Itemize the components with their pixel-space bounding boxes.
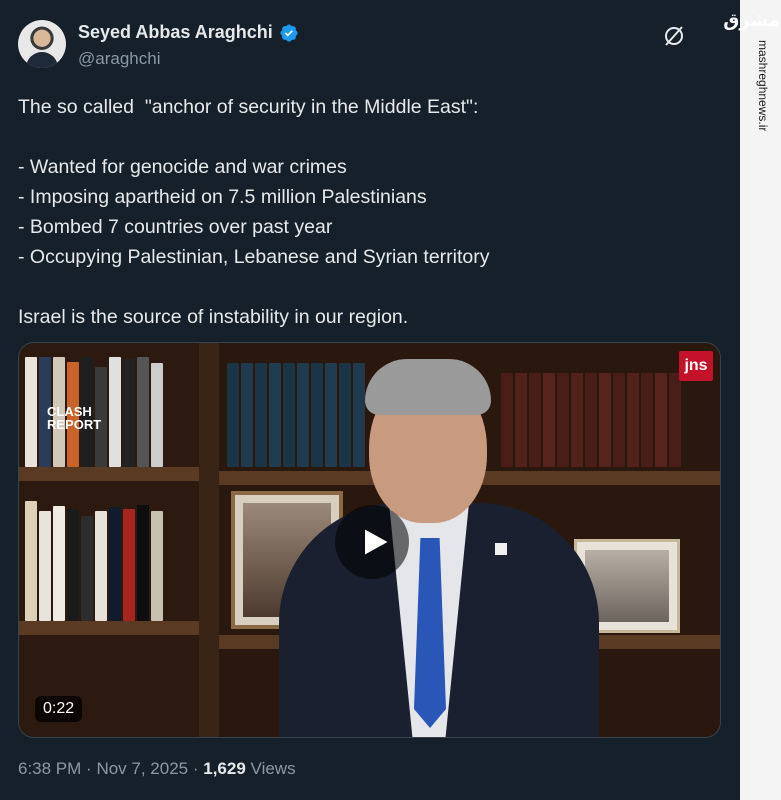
video-bookshelf-left bbox=[19, 343, 199, 737]
post-line: - Wanted for genocide and war crimes bbox=[18, 156, 347, 178]
meta-separator: · bbox=[192, 759, 204, 778]
author-row: Seyed Abbas Araghchi bbox=[78, 22, 299, 43]
post-line: - Occupying Palestinian, Lebanese and Sy… bbox=[18, 246, 490, 268]
clash-report-logo: CLASH REPORT bbox=[47, 404, 102, 432]
avatar[interactable] bbox=[18, 20, 66, 68]
author-handle[interactable]: @araghchi bbox=[78, 49, 160, 69]
meta-separator: · bbox=[86, 759, 97, 778]
watermark-site: mashreghnews.ir bbox=[756, 40, 770, 132]
post-line: The so called "anchor of security in the… bbox=[18, 96, 479, 118]
play-icon bbox=[365, 529, 388, 555]
video-player[interactable]: CLASH REPORT jns 0:22 bbox=[18, 342, 721, 738]
post-date[interactable]: Nov 7, 2025 bbox=[96, 759, 188, 778]
play-button[interactable] bbox=[335, 505, 409, 579]
watermark-sidebar: مشرق mashreghnews.ir bbox=[723, 0, 781, 800]
grok-icon[interactable] bbox=[662, 24, 686, 48]
views-count: 1,629 bbox=[203, 759, 246, 778]
post-line: - Imposing apartheid on 7.5 million Pale… bbox=[18, 186, 427, 208]
post-line: - Bombed 7 countries over past year bbox=[18, 216, 333, 238]
views-label: Views bbox=[250, 759, 296, 778]
channel-badge: jns bbox=[679, 351, 713, 381]
post-line: Israel is the source of instability in o… bbox=[18, 306, 409, 328]
post-text: The so called "anchor of security in the… bbox=[18, 92, 718, 332]
video-duration: 0:22 bbox=[35, 696, 83, 722]
video-speaker bbox=[259, 353, 599, 737]
post-meta: 6:38 PM · Nov 7, 2025 · 1,629 Views bbox=[18, 759, 296, 779]
watermark-logo: مشرق bbox=[723, 10, 780, 31]
author-name[interactable]: Seyed Abbas Araghchi bbox=[78, 22, 273, 43]
post-time[interactable]: 6:38 PM bbox=[18, 759, 81, 778]
post: Seyed Abbas Araghchi @araghchi The so ca… bbox=[0, 0, 740, 800]
verified-badge-icon bbox=[280, 23, 298, 42]
